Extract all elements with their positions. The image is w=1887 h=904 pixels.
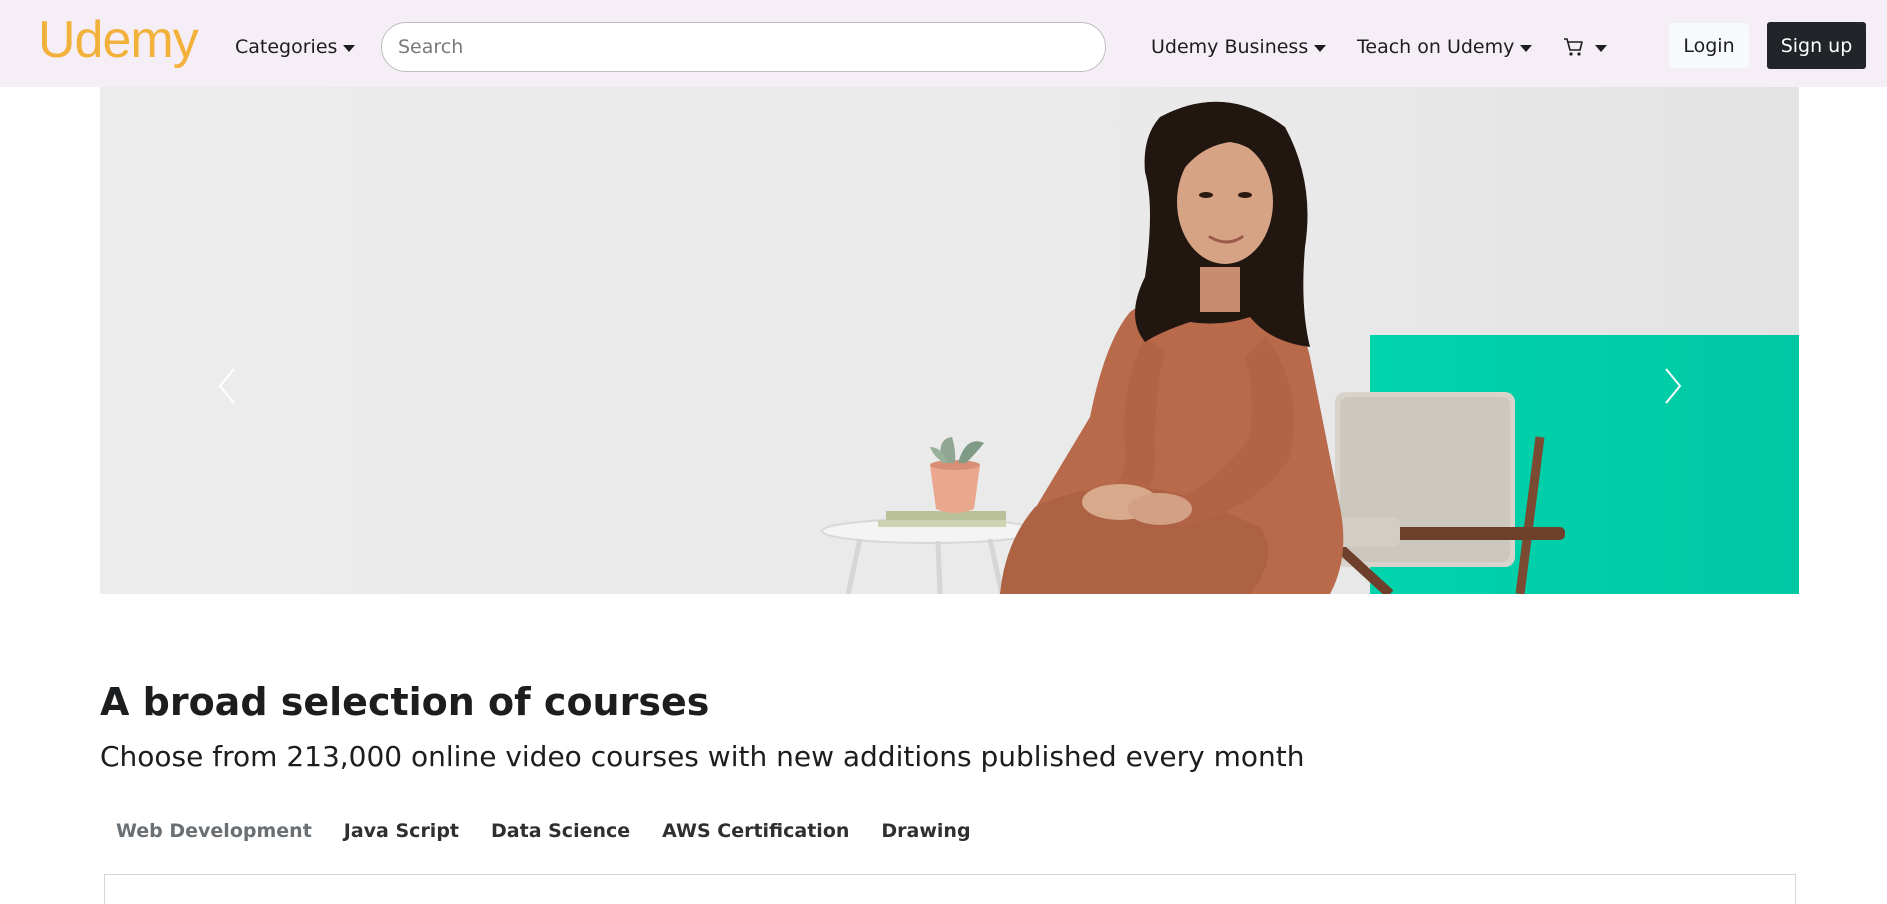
tab-java-script[interactable]: Java Script [328, 820, 475, 842]
carousel-next-button[interactable] [1652, 361, 1692, 411]
course-category-tabs: Web Development Java Script Data Science… [100, 820, 987, 842]
hero-image [100, 87, 1799, 594]
hero-carousel [100, 87, 1799, 594]
courses-heading: A broad selection of courses [100, 680, 710, 724]
carousel-prev-button[interactable] [208, 361, 248, 411]
udemy-logo[interactable]: Udemy [38, 10, 199, 70]
caret-down-icon [343, 44, 356, 52]
search-input[interactable] [381, 22, 1106, 72]
course-tab-panel [104, 874, 1796, 904]
teach-on-udemy-label: Teach on Udemy [1357, 36, 1515, 58]
login-button[interactable]: Login [1668, 22, 1750, 69]
teach-on-udemy-dropdown[interactable]: Teach on Udemy [1357, 36, 1533, 58]
tab-web-development[interactable]: Web Development [100, 820, 328, 842]
tab-aws-certification[interactable]: AWS Certification [646, 820, 865, 842]
caret-down-icon [1520, 44, 1533, 52]
courses-subheading: Choose from 213,000 online video courses… [100, 740, 1305, 773]
chevron-left-icon [218, 368, 235, 404]
top-navbar: Udemy Categories Udemy Business Teach on… [0, 0, 1887, 87]
cart-dropdown[interactable] [1563, 36, 1607, 58]
categories-label: Categories [235, 36, 338, 58]
chevron-right-icon [1665, 368, 1682, 404]
udemy-business-label: Udemy Business [1151, 36, 1309, 58]
signup-button[interactable]: Sign up [1767, 22, 1866, 69]
categories-dropdown[interactable]: Categories [235, 36, 356, 58]
udemy-business-dropdown[interactable]: Udemy Business [1151, 36, 1327, 58]
caret-down-icon [1314, 44, 1327, 52]
tab-data-science[interactable]: Data Science [475, 820, 646, 842]
tab-drawing[interactable]: Drawing [865, 820, 986, 842]
cart-icon [1564, 38, 1583, 56]
caret-down-icon [1595, 44, 1607, 52]
